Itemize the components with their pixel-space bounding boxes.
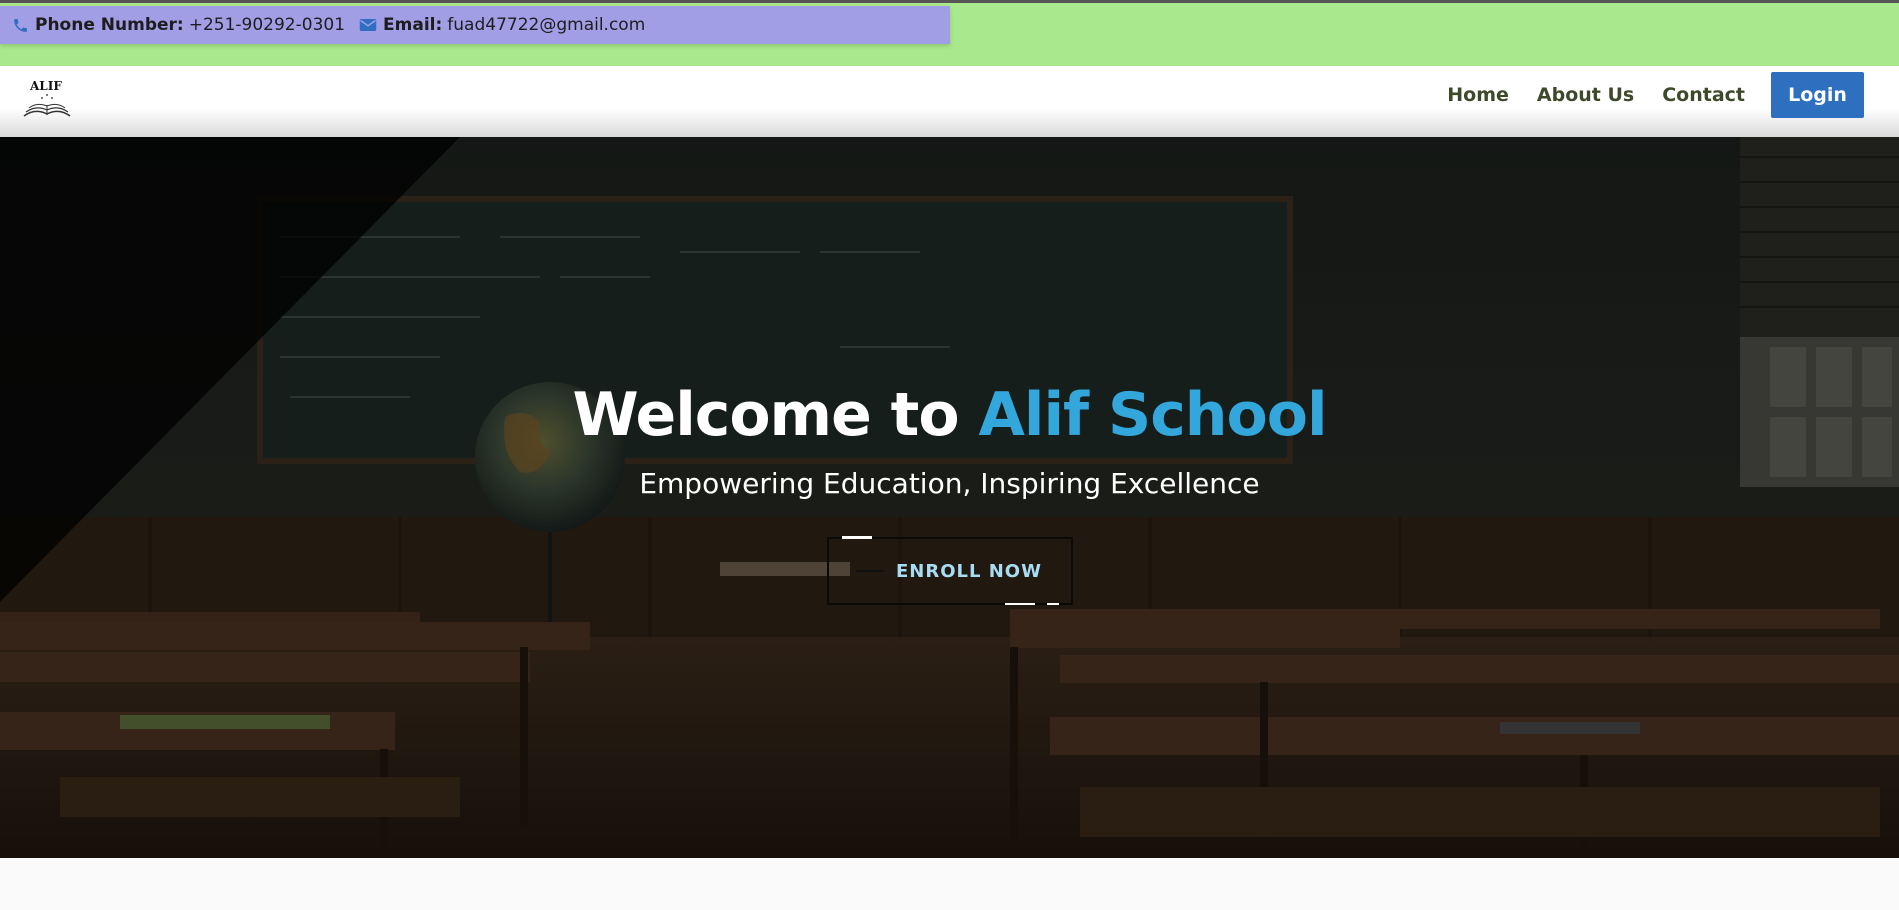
nav-links: Home About Us Contact Login: [1419, 72, 1864, 118]
open-book-logo-icon: ALIF: [23, 79, 71, 117]
nav-home[interactable]: Home: [1447, 84, 1509, 106]
decor-line: [1005, 603, 1035, 605]
contact-strip: Phone Number: +251-90292-0301 Email: fua…: [0, 6, 950, 44]
email-contact: Email: fuad47722@gmail.com: [359, 15, 645, 35]
envelope-icon: [359, 19, 377, 31]
enroll-now-button[interactable]: ENROLL NOW: [827, 536, 1073, 605]
hero-section: Welcome to Alif School Empowering Educat…: [0, 137, 1899, 858]
login-button[interactable]: Login: [1771, 72, 1864, 118]
logo-text: ALIF: [29, 79, 62, 93]
email-value[interactable]: fuad47722@gmail.com: [447, 15, 645, 35]
nav-about-us[interactable]: About Us: [1537, 84, 1634, 106]
hero-title-accent: Alif School: [978, 380, 1327, 450]
decor-line: [1047, 603, 1059, 605]
decor-line: [856, 570, 884, 572]
decor-line: [842, 536, 872, 539]
hero-title: Welcome to Alif School: [0, 380, 1899, 450]
phone-icon: [14, 18, 27, 32]
email-label: Email:: [383, 15, 443, 35]
phone-contact: Phone Number: +251-90292-0301: [12, 15, 345, 35]
enroll-now-label: ENROLL NOW: [896, 560, 1042, 582]
nav-contact[interactable]: Contact: [1662, 84, 1745, 106]
phone-value[interactable]: +251-90292-0301: [189, 15, 345, 35]
school-logo[interactable]: ALIF: [20, 76, 74, 122]
main-navbar: ALIF Home About Us Contact Login: [0, 66, 1899, 137]
hero-subtitle: Empowering Education, Inspiring Excellen…: [639, 467, 1260, 500]
phone-label: Phone Number:: [35, 15, 184, 35]
hero-title-prefix: Welcome to: [572, 380, 979, 450]
top-contact-bar: Phone Number: +251-90292-0301 Email: fua…: [0, 0, 1899, 66]
